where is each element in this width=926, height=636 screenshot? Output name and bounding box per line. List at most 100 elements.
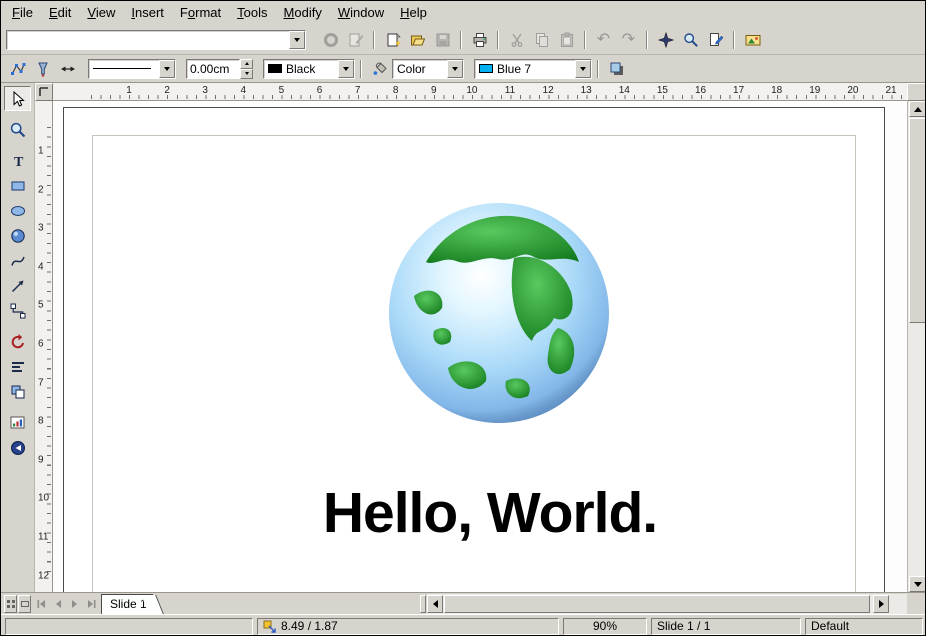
fill-color-label: Blue 7 [497,62,531,76]
hruler-number: 14 [619,85,630,96]
ellipse-tool[interactable] [4,198,31,223]
template-name: Default [811,619,849,633]
line-style-dropdown-button[interactable] [159,60,175,78]
vertical-ruler[interactable]: 123456789101112 [35,101,53,592]
next-slide-button[interactable] [67,595,83,613]
line-width-spinner[interactable]: 0.00cm [186,59,253,79]
shadow-button[interactable] [604,58,629,80]
line-width-value[interactable]: 0.00cm [186,59,240,79]
rotate-tool[interactable] [4,329,31,354]
fill-color-select[interactable]: Blue 7 [474,59,592,79]
vertical-scroll-thumb[interactable] [909,118,926,323]
alignment-tool[interactable] [4,354,31,379]
scroll-left-button[interactable] [427,595,443,613]
undo-button[interactable]: ↶ [591,29,616,51]
cut-button[interactable] [504,29,529,51]
zoom-tool[interactable] [4,117,31,142]
url-combobox[interactable] [6,30,306,50]
gallery-button[interactable] [740,29,765,51]
arrange-tool[interactable] [4,379,31,404]
edit-points-button[interactable] [5,58,30,80]
previous-slide-button[interactable] [50,595,66,613]
save-button[interactable] [430,29,455,51]
navigator-button[interactable] [653,29,678,51]
paste-button[interactable] [554,29,579,51]
menu-edit[interactable]: Edit [41,2,79,24]
text-tool[interactable]: T [4,148,31,173]
fill-color-dropdown-button[interactable] [575,60,591,78]
scroll-down-button[interactable] [909,576,926,592]
drawing-canvas[interactable]: Hello, World. [53,101,907,592]
menu-insert[interactable]: Insert [123,2,172,24]
new-document-button[interactable] [380,29,405,51]
select-tool[interactable] [4,86,31,111]
url-value[interactable] [7,31,289,49]
glue-points-button[interactable] [30,58,55,80]
hruler-number: 11 [505,85,515,96]
spin-up-button[interactable] [240,59,253,69]
menu-tools[interactable]: Tools [229,2,275,24]
menu-window[interactable]: Window [330,2,392,24]
line-color-value[interactable]: Black [264,60,338,78]
scroll-right-button[interactable] [873,595,889,613]
menu-modify[interactable]: Modify [276,2,330,24]
horizontal-ruler[interactable]: 123456789101112131415161718192021 [53,83,907,101]
menu-view[interactable]: View [79,2,123,24]
corner-button-2[interactable] [18,595,31,613]
fill-type-dropdown-button[interactable] [447,60,463,78]
open-button[interactable] [405,29,430,51]
first-slide-button[interactable] [33,595,49,613]
corner-button-1[interactable] [4,595,17,613]
lines-arrows-tool[interactable] [4,273,31,298]
area-style-button[interactable] [367,58,392,80]
slide-tab[interactable]: Slide 1 [101,594,153,614]
print-button[interactable] [467,29,492,51]
menu-format[interactable]: Format [172,2,229,24]
slide-title-text[interactable]: Hello, World. [80,480,900,546]
insert-tool[interactable] [4,410,31,435]
interaction-tool[interactable] [4,435,31,460]
spin-down-button[interactable] [240,69,253,79]
vertical-scrollbar[interactable] [907,101,926,592]
horizontal-scroll-thumb[interactable] [444,595,870,613]
zoom-button[interactable] [678,29,703,51]
url-dropdown-button[interactable] [289,31,305,49]
horizontal-scrollbar[interactable] [427,594,907,614]
last-slide-button[interactable] [84,595,100,613]
text-icon: T [9,152,27,170]
status-slide-field[interactable]: Slide 1 / 1 [651,618,801,635]
previous-page-icon [53,599,63,609]
edit-file-button[interactable] [343,29,368,51]
hyperlink-icon [708,32,724,48]
copy-button[interactable] [529,29,554,51]
line-style-select[interactable] [88,59,176,79]
line-style-value[interactable] [89,60,159,78]
line-color-select[interactable]: Black [263,59,355,79]
fill-type-select[interactable]: Color [392,59,464,79]
curve-tool[interactable] [4,248,31,273]
globe-graphic[interactable] [386,200,612,426]
separator [733,31,735,49]
menu-file[interactable]: File [4,2,41,24]
page[interactable]: Hello, World. [63,107,885,592]
status-template-field[interactable]: Default [805,618,923,635]
scroll-up-button[interactable] [909,101,926,117]
stop-button[interactable] [318,29,343,51]
fill-type-value[interactable]: Color [393,60,447,78]
ruler-corner-button[interactable] [907,83,926,101]
vruler-number: 1 [38,146,44,157]
status-position-field[interactable]: 8.49 / 1.87 [257,618,559,635]
menu-help[interactable]: Help [392,2,435,24]
status-zoom-field[interactable]: 90% [563,618,647,635]
tab-splitter-handle[interactable] [420,595,426,613]
connector-tool[interactable] [4,298,31,323]
rectangle-tool[interactable] [4,173,31,198]
redo-button[interactable]: ↷ [616,29,641,51]
line-color-dropdown-button[interactable] [338,60,354,78]
fill-color-value[interactable]: Blue 7 [475,60,575,78]
ruler-origin-button[interactable] [35,83,53,101]
hyperlink-button[interactable] [703,29,728,51]
arrow-style-button[interactable] [55,58,80,80]
chevron-down-icon [164,67,170,71]
3d-objects-tool[interactable] [4,223,31,248]
